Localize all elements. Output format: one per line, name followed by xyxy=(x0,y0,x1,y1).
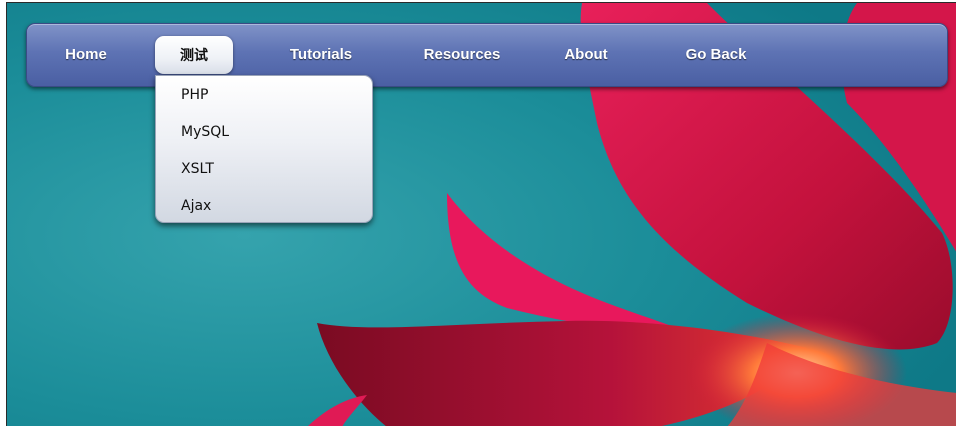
nav-item-home[interactable]: Home xyxy=(51,36,121,74)
dropdown-item-mysql[interactable]: MySQL xyxy=(181,120,229,144)
nav-item-go-back[interactable]: Go Back xyxy=(671,36,761,74)
nav-item-test-active[interactable]: 测试 xyxy=(155,36,233,74)
nav-item-resources[interactable]: Resources xyxy=(407,36,517,74)
dropdown-item-ajax[interactable]: Ajax xyxy=(181,194,211,218)
dropdown-item-php[interactable]: PHP xyxy=(181,83,208,107)
dropdown-item-xslt[interactable]: XSLT xyxy=(181,157,214,181)
page-frame: Home 测试 Tutorials Resources About Go Bac… xyxy=(6,2,956,426)
nav-dropdown-menu: PHP MySQL XSLT Ajax xyxy=(155,75,373,223)
nav-item-tutorials[interactable]: Tutorials xyxy=(271,36,371,74)
nav-item-about[interactable]: About xyxy=(551,36,621,74)
